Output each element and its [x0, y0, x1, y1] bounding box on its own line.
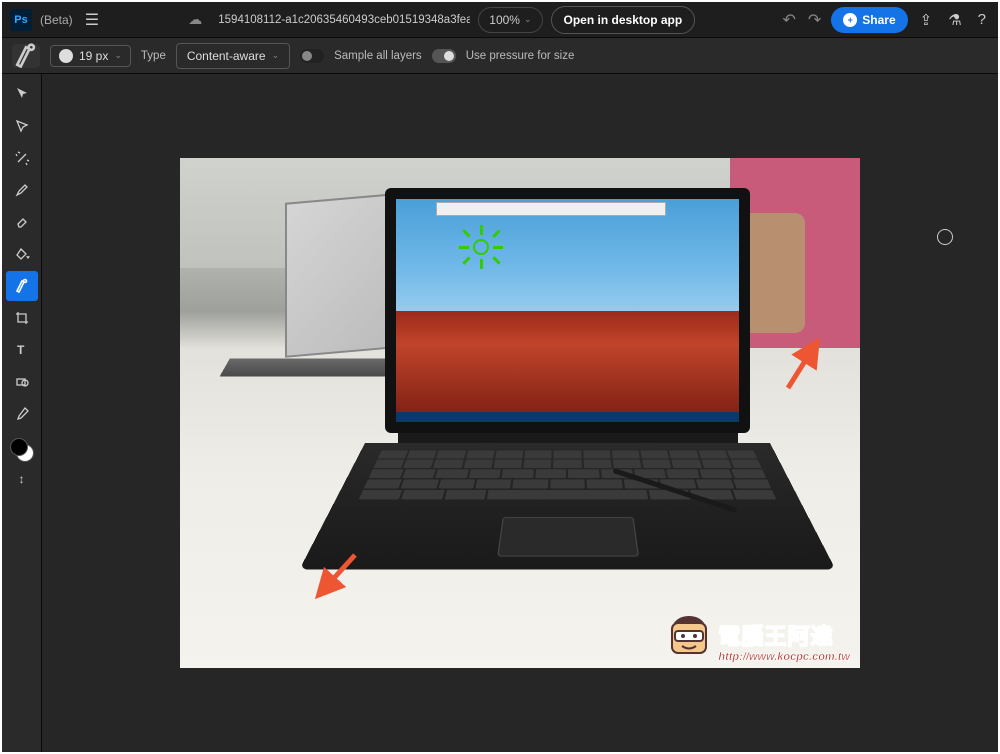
chevron-down-icon: ⌄ [114, 50, 122, 61]
watermark: 電腦王阿達 http://www.kocpc.com.tw [664, 613, 850, 663]
healing-brush-icon[interactable] [12, 44, 40, 68]
brush-preview-icon [59, 49, 73, 63]
top-bar: Ps (Beta) ☰ ☁ 1594108112-a1c20635460493c… [2, 2, 998, 38]
canvas-area[interactable]: 電腦王阿達 http://www.kocpc.com.tw [42, 74, 998, 752]
crop-tool[interactable] [6, 303, 38, 333]
ps-logo-icon[interactable]: Ps [10, 9, 32, 31]
sample-layers-label: Sample all layers [334, 50, 422, 62]
beaker-icon[interactable]: ⚗ [944, 11, 965, 29]
share-label: Share [862, 13, 895, 27]
brush-tool[interactable] [6, 175, 38, 205]
help-icon[interactable]: ? [974, 11, 990, 28]
annotation-arrow-down [310, 543, 370, 608]
annotation-arrow-up [770, 338, 830, 403]
brush-size-value: 19 px [79, 49, 108, 63]
watermark-mascot-icon [664, 613, 714, 663]
brush-cursor-icon [937, 229, 953, 245]
chevron-down-icon: ⌄ [272, 50, 280, 61]
pressure-label: Use pressure for size [466, 50, 575, 62]
app-frame: Ps (Beta) ☰ ☁ 1594108112-a1c20635460493c… [2, 2, 998, 752]
open-desktop-button[interactable]: Open in desktop app [551, 6, 696, 34]
options-bar: 19 px ⌄ Type Content-aware ⌄ Sample all … [2, 38, 998, 74]
sample-all-layers-toggle[interactable] [300, 49, 324, 63]
tool-panel: T ↕ [2, 74, 42, 752]
svg-text:T: T [17, 343, 25, 357]
chevron-down-icon: ⌄ [524, 14, 532, 25]
shapes-tool[interactable] [6, 367, 38, 397]
filename-text: 1594108112-a1c20635460493ceb01519348a3fe… [218, 14, 470, 26]
share-avatar-icon: + [843, 13, 857, 27]
watermark-url: http://www.kocpc.com.tw [718, 651, 850, 663]
cloud-icon[interactable]: ☁ [188, 11, 202, 28]
eyedropper-tool[interactable] [6, 399, 38, 429]
type-label: Type [141, 50, 166, 62]
zoom-value: 100% [489, 13, 520, 27]
swap-colors-icon[interactable]: ↕ [19, 472, 25, 486]
move-tool[interactable] [6, 79, 38, 109]
healing-tool[interactable] [6, 271, 38, 301]
redo-icon[interactable]: ↷ [806, 10, 823, 30]
type-tool[interactable]: T [6, 335, 38, 365]
brush-size-dropdown[interactable]: 19 px ⌄ [50, 45, 131, 67]
export-icon[interactable]: ⇪ [916, 11, 937, 29]
beta-label: (Beta) [40, 13, 73, 27]
undo-icon[interactable]: ↶ [780, 10, 797, 30]
pressure-size-toggle[interactable] [432, 49, 456, 63]
filename-dropdown[interactable]: 1594108112-a1c20635460493ceb01519348a3fe… [210, 10, 470, 30]
watermark-title: 電腦王阿達 [718, 619, 833, 651]
color-swatch[interactable] [10, 438, 34, 462]
lasso-tool[interactable] [6, 111, 38, 141]
hamburger-menu-icon[interactable]: ☰ [81, 10, 103, 30]
fill-tool[interactable] [6, 239, 38, 269]
wand-tool[interactable] [6, 143, 38, 173]
zoom-dropdown[interactable]: 100% ⌄ [478, 7, 542, 33]
canvas-image[interactable]: 電腦王阿達 http://www.kocpc.com.tw [180, 158, 860, 668]
workspace: T ↕ [2, 74, 998, 752]
type-dropdown[interactable]: Content-aware ⌄ [176, 43, 290, 69]
eraser-tool[interactable] [6, 207, 38, 237]
type-value: Content-aware [187, 49, 266, 63]
share-button[interactable]: + Share [831, 7, 907, 33]
